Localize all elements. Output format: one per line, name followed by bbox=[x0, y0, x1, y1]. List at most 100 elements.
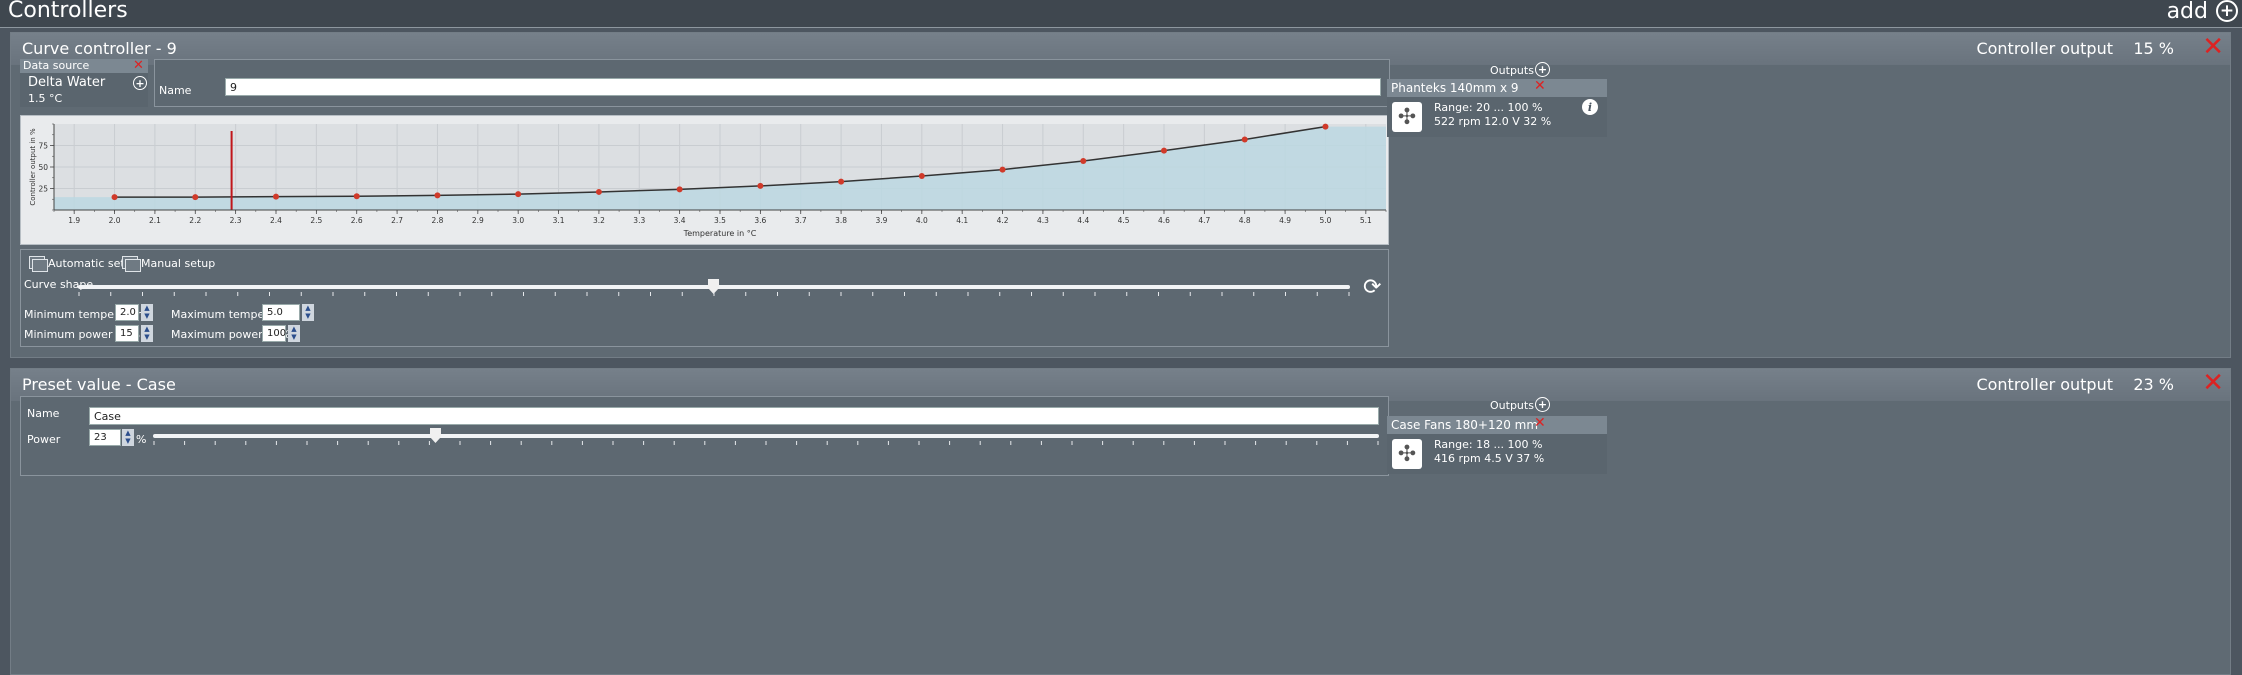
automatic-setup-icon[interactable] bbox=[29, 256, 48, 272]
x-tick-label: 2.0 bbox=[109, 216, 121, 225]
data-source-header: Data source bbox=[20, 59, 148, 73]
outputs-label: Outputs bbox=[1490, 64, 1534, 77]
x-tick-label: 4.3 bbox=[1037, 216, 1049, 225]
x-tick-label: 2.9 bbox=[472, 216, 484, 225]
name-input[interactable]: Case bbox=[89, 407, 1379, 425]
curve-point bbox=[918, 173, 925, 180]
x-tick-label: 2.4 bbox=[270, 216, 282, 225]
output-stats: 522 rpm 12.0 V 32 % bbox=[1434, 115, 1552, 128]
curve-chart[interactable]: 1.9 2.0 2.1 2.2 2.3 2.4 2.5 2.6 2.7 2.8 2.9 3.0 3.1 3… bbox=[20, 115, 1389, 245]
curve-point bbox=[515, 191, 522, 198]
controller-title: Curve controller - 9 bbox=[22, 39, 177, 58]
min-temp-input[interactable]: 2.0 bbox=[115, 304, 139, 321]
max-power-spinner[interactable]: ▲ ▼ bbox=[288, 325, 300, 342]
x-tick-label: 4.6 bbox=[1158, 216, 1170, 225]
manual-setup-icon[interactable] bbox=[122, 256, 141, 272]
add-label[interactable]: add bbox=[2167, 0, 2208, 24]
power-spinner[interactable]: ▲ ▼ bbox=[122, 429, 134, 446]
name-box: Name 9 bbox=[154, 59, 1390, 107]
data-source-name: Delta Water bbox=[28, 75, 106, 90]
output-card-body: ✣ Range: 18 ... 100 % 416 rpm 4.5 V 37 % bbox=[1387, 434, 1607, 474]
x-tick-label: 2.5 bbox=[310, 216, 322, 225]
output-name: Phanteks 140mm x 9 bbox=[1391, 81, 1519, 95]
remove-data-source-icon[interactable]: ✕ bbox=[133, 59, 144, 72]
x-tick-label: 2.3 bbox=[230, 216, 242, 225]
add-output-icon[interactable]: + bbox=[1535, 397, 1550, 412]
controller-output-label: Controller output bbox=[1976, 375, 2113, 394]
curve-point bbox=[1241, 136, 1248, 143]
x-tick-label: 3.9 bbox=[875, 216, 887, 225]
refresh-curve-icon[interactable]: ⟳ bbox=[1363, 277, 1381, 299]
preset-settings-box: Name Case Power 23 ▲ ▼ % bbox=[20, 396, 1389, 476]
x-tick-label: 5.0 bbox=[1319, 216, 1331, 225]
max-temp-spinner[interactable]: ▲ ▼ bbox=[302, 304, 314, 321]
y-tick-label: 50 bbox=[38, 163, 48, 172]
curve-point bbox=[838, 178, 845, 185]
manual-setup-button[interactable]: Manual setup bbox=[141, 257, 215, 270]
y-tick-label: 75 bbox=[38, 142, 48, 151]
output-name: Case Fans 180+120 mm bbox=[1391, 418, 1539, 432]
output-card-header: Phanteks 140mm x 9 bbox=[1387, 79, 1607, 97]
min-temp-spinner[interactable]: ▲ ▼ bbox=[141, 304, 153, 321]
power-slider-ticks bbox=[153, 441, 1379, 445]
x-tick-label: 4.2 bbox=[997, 216, 1009, 225]
add-data-source-icon[interactable]: + bbox=[133, 76, 147, 90]
x-tick-label: 3.0 bbox=[512, 216, 524, 225]
power-unit: % bbox=[136, 433, 147, 446]
curve-chart-svg[interactable]: 1.9 2.0 2.1 2.2 2.3 2.4 2.5 2.6 2.7 2.8 2.9 3.0 3.1 3… bbox=[21, 116, 1390, 246]
x-tick-label: 4.4 bbox=[1077, 216, 1089, 225]
name-label: Name bbox=[27, 407, 60, 420]
fan-icon: ✣ bbox=[1392, 102, 1422, 132]
max-power-input[interactable]: 100 bbox=[262, 325, 286, 342]
x-tick-label: 2.8 bbox=[431, 216, 443, 225]
curve-point bbox=[111, 194, 118, 201]
remove-controller-icon[interactable]: ✕ bbox=[2202, 34, 2224, 60]
curve-point bbox=[192, 194, 199, 201]
name-input[interactable]: 9 bbox=[225, 78, 1381, 96]
curve-point bbox=[999, 166, 1006, 173]
x-tick-label: 2.7 bbox=[391, 216, 403, 225]
data-source-header-label: Data source bbox=[23, 59, 90, 72]
x-tick-label: 3.5 bbox=[714, 216, 726, 225]
output-range: Range: 18 ... 100 % bbox=[1434, 438, 1543, 451]
curve-point bbox=[1080, 157, 1087, 164]
add-output-icon[interactable]: + bbox=[1535, 62, 1550, 77]
output-card-body: ✣ Range: 20 ... 100 % 522 rpm 12.0 V 32 … bbox=[1387, 97, 1607, 137]
x-tick-label: 3.3 bbox=[633, 216, 645, 225]
x-axis-label: Temperature in °C bbox=[683, 229, 757, 238]
x-tick-label: 4.9 bbox=[1279, 216, 1291, 225]
data-source-box: Data source ✕ Delta Water 1.5 °C + bbox=[20, 59, 148, 107]
preset-controller-panel: Preset value - Case Controller output 23… bbox=[10, 368, 2231, 675]
info-icon[interactable]: i bbox=[1582, 99, 1598, 115]
power-label: Power bbox=[27, 433, 61, 446]
controller-output-label: Controller output bbox=[1976, 39, 2113, 58]
data-source-value: 1.5 °C bbox=[28, 92, 63, 105]
controller-output: Controller output 15 % bbox=[1976, 39, 2174, 58]
remove-output-icon[interactable]: ✕ bbox=[1534, 416, 1546, 430]
min-power-input[interactable]: 15 bbox=[115, 325, 139, 342]
x-tick-label: 3.8 bbox=[835, 216, 847, 225]
power-slider[interactable] bbox=[153, 434, 1379, 438]
remove-controller-icon[interactable]: ✕ bbox=[2202, 370, 2224, 396]
max-temp-input[interactable]: 5.0 bbox=[262, 304, 300, 321]
curve-point bbox=[273, 193, 279, 200]
x-tick-label: 5.1 bbox=[1360, 216, 1372, 225]
min-power-spinner[interactable]: ▲ ▼ bbox=[141, 325, 153, 342]
remove-output-icon[interactable]: ✕ bbox=[1534, 79, 1546, 93]
add-controller-icon[interactable]: + bbox=[2216, 0, 2238, 22]
x-tick-label: 2.1 bbox=[149, 216, 161, 225]
curve-settings-box: Automatic setup Manual setup Curve shape… bbox=[20, 249, 1389, 347]
x-tick-label: 1.9 bbox=[68, 216, 80, 225]
x-tick-label: 4.5 bbox=[1118, 216, 1130, 225]
curve-point bbox=[757, 182, 764, 189]
x-tick-label: 4.7 bbox=[1198, 216, 1210, 225]
x-tick-label: 4.0 bbox=[916, 216, 928, 225]
curve-point bbox=[595, 188, 602, 195]
y-tick-label: 25 bbox=[38, 185, 48, 194]
x-tick-label: 4.8 bbox=[1239, 216, 1251, 225]
power-input[interactable]: 23 bbox=[89, 429, 121, 446]
controller-output-value: 23 % bbox=[2133, 375, 2174, 394]
x-tick-label: 3.6 bbox=[754, 216, 766, 225]
curve-point bbox=[1322, 123, 1329, 130]
page-title: Controllers bbox=[8, 0, 128, 23]
